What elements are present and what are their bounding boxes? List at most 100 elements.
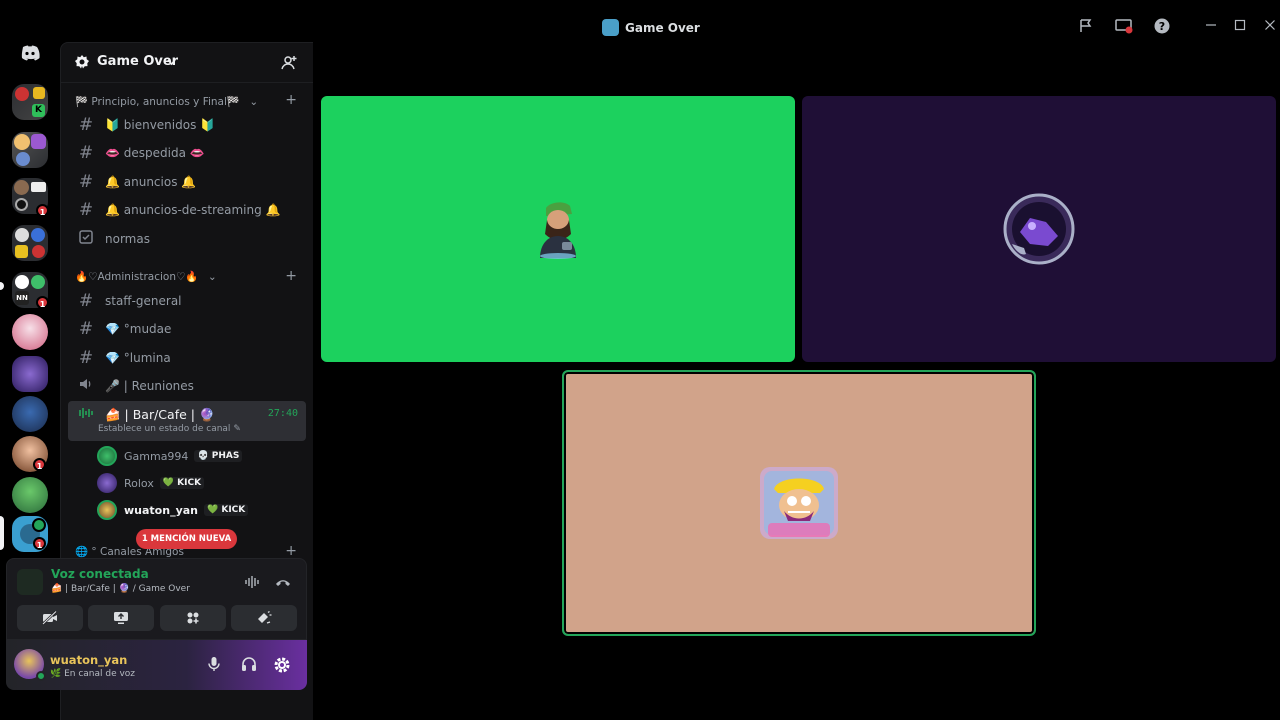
- channel-mudae[interactable]: # 💎 °mudae: [68, 316, 306, 342]
- channel-anuncios[interactable]: # 🔔 anuncios 🔔: [68, 169, 306, 195]
- chevron-down-icon: [167, 59, 176, 66]
- window-title-text: Game Over: [625, 20, 700, 35]
- rules-channel-icon: [75, 229, 97, 249]
- mute-button[interactable]: [204, 656, 224, 676]
- voice-connected-location[interactable]: 🍰 | Bar/Cafe | 🔮 / Game Over: [51, 584, 190, 594]
- noise-suppression-icon[interactable]: [244, 575, 260, 593]
- guild-header[interactable]: Game Over: [61, 43, 314, 83]
- server-9-mention-badge: 1: [33, 458, 46, 471]
- voice-user-wuaton-yan[interactable]: wuaton_yan 💚 KICK: [97, 499, 249, 521]
- soundboard-button[interactable]: [231, 605, 297, 631]
- create-channel-button[interactable]: +: [285, 268, 297, 284]
- camera-off-icon: [42, 611, 57, 625]
- voice-channel-icon: [75, 376, 97, 396]
- channel-label: staff-general: [105, 294, 182, 308]
- channel-normas[interactable]: normas: [68, 226, 306, 252]
- category-principio[interactable]: 🏁 Principio, anuncios y Final🏁 ⌄: [75, 95, 258, 108]
- channel-staff-general[interactable]: # staff-general: [68, 288, 306, 314]
- rolox-avatar: [1002, 192, 1076, 266]
- text-channel-icon: #: [78, 200, 94, 220]
- title-bar: Game Over ?: [0, 0, 1280, 42]
- discord-home-icon[interactable]: [12, 42, 48, 64]
- rolox-tile[interactable]: [802, 96, 1276, 362]
- voice-user-gamma994[interactable]: Gamma994 💀 PHAS: [97, 445, 243, 467]
- minimize-icon[interactable]: [1202, 18, 1220, 36]
- server-2-icon[interactable]: [12, 132, 48, 168]
- text-channel-icon: #: [78, 348, 94, 368]
- screen-share-icon[interactable]: [1115, 18, 1133, 36]
- close-icon[interactable]: [1261, 18, 1279, 36]
- text-channel-icon: #: [78, 143, 94, 163]
- activity-tag: 💀 PHAS: [194, 450, 243, 462]
- maximize-icon[interactable]: [1231, 18, 1249, 36]
- channel-lumina[interactable]: # 💎 °lumina: [68, 345, 306, 371]
- unread-indicator: [0, 282, 4, 290]
- window-title: Game Over: [602, 19, 700, 36]
- user-name[interactable]: wuaton_yan: [50, 653, 127, 667]
- guild-boost-icon: [75, 55, 89, 69]
- channel-bienvenidos[interactable]: # 🔰 bienvenidos 🔰: [68, 112, 306, 138]
- channel-label: 🔔 anuncios-de-streaming 🔔: [105, 203, 281, 217]
- channel-anuncios-de-streaming[interactable]: # 🔔 anuncios-de-streaming 🔔: [68, 197, 306, 223]
- invite-people-icon[interactable]: [280, 54, 298, 72]
- gamma994-tile[interactable]: [321, 96, 795, 362]
- user-status: 🌿 En canal de voz: [50, 669, 136, 679]
- server-4-icon[interactable]: [12, 225, 48, 261]
- screen-share-button[interactable]: [88, 605, 154, 631]
- category-label: 🔥♡Administracion♡🔥: [75, 271, 199, 283]
- voice-stage: [313, 42, 1280, 720]
- camera-off-button[interactable]: [17, 605, 83, 631]
- selected-server-indicator: [0, 516, 4, 550]
- channel-label: 👄 despedida 👄: [105, 146, 205, 160]
- gear-icon: [274, 657, 290, 673]
- server-3-mention-badge: 1: [36, 204, 49, 217]
- avatar: [97, 446, 117, 466]
- server-10-icon[interactable]: [12, 477, 48, 513]
- voice-user-name: Rolox: [124, 476, 154, 490]
- guild-name: Game Over: [97, 54, 179, 69]
- channel-label: 🎤 | Reuniones: [105, 379, 194, 393]
- create-channel-button[interactable]: +: [285, 543, 297, 559]
- category-administracion[interactable]: 🔥♡Administracion♡🔥 ⌄: [75, 270, 217, 283]
- pencil-icon: ✎: [233, 424, 241, 434]
- server-8-icon[interactable]: [12, 396, 48, 432]
- deafen-button[interactable]: [239, 656, 259, 676]
- voice-user-name: wuaton_yan: [124, 503, 198, 517]
- voice-connection-panel: Voz conectada 🍰 | Bar/Cafe | 🔮 / Game Ov…: [6, 558, 307, 640]
- channel-label: 🔔 anuncios 🔔: [105, 175, 197, 189]
- channel-status-prompt[interactable]: Establece un estado de canal ✎: [98, 424, 241, 434]
- avatar: [97, 473, 117, 493]
- channel-reuniones[interactable]: 🎤 | Reuniones: [68, 373, 306, 399]
- channel-bar-cafe[interactable]: 🍰 | Bar/Cafe | 🔮 27:40 Establece un esta…: [68, 401, 306, 441]
- voice-user-name: Gamma994: [124, 449, 189, 463]
- channel-label: 💎 °mudae: [105, 322, 172, 336]
- user-settings-button[interactable]: [272, 656, 292, 676]
- channel-label: 💎 °lumina: [105, 351, 171, 365]
- channel-status-text: Establece un estado de canal: [98, 424, 231, 434]
- server-1-icon[interactable]: K: [12, 84, 48, 120]
- voice-connected-label[interactable]: Voz conectada: [51, 567, 149, 581]
- activities-button[interactable]: [160, 605, 226, 631]
- channel-label: normas: [105, 232, 150, 246]
- chevron-down-icon: ⌄: [249, 96, 259, 108]
- signal-icon[interactable]: [17, 569, 43, 595]
- gamma994-avatar: [532, 198, 584, 260]
- disconnect-icon[interactable]: [275, 575, 291, 591]
- new-mention-pill[interactable]: 1 MENCIÓN NUEVA: [136, 529, 237, 549]
- server-6-icon[interactable]: [12, 314, 48, 350]
- channel-despedida[interactable]: # 👄 despedida 👄: [68, 140, 306, 166]
- create-channel-button[interactable]: +: [285, 92, 297, 108]
- svg-text:?: ?: [1159, 20, 1165, 33]
- text-channel-icon: #: [78, 172, 94, 192]
- help-icon[interactable]: ?: [1153, 18, 1171, 36]
- chevron-down-icon: ⌄: [207, 271, 217, 283]
- inbox-icon[interactable]: [1077, 18, 1095, 36]
- voice-user-rolox[interactable]: Rolox 💚 KICK: [97, 472, 205, 494]
- server-7-icon[interactable]: [12, 356, 48, 392]
- microphone-icon: [208, 657, 220, 671]
- screen-share-icon: [114, 612, 128, 624]
- wuaton-yan-tile[interactable]: [562, 370, 1036, 636]
- voice-activity-icon: [75, 405, 97, 425]
- category-label: 🏁 Principio, anuncios y Final🏁: [75, 96, 240, 108]
- activities-icon: [187, 612, 199, 624]
